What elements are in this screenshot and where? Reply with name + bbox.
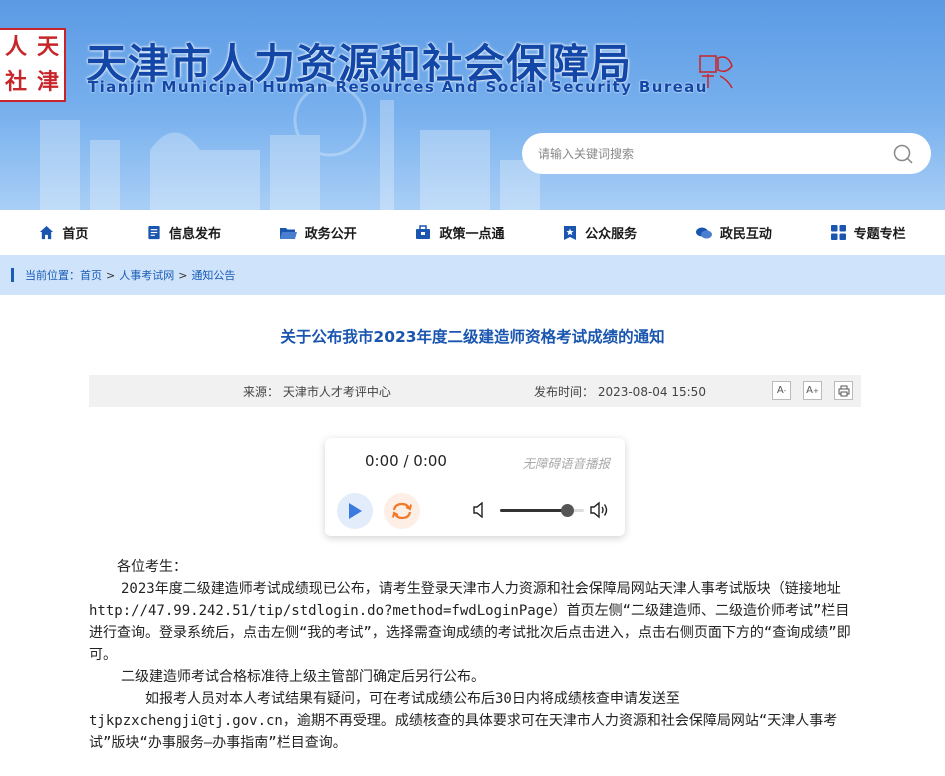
- briefcase-icon: [416, 225, 431, 239]
- breadcrumb-separator: >: [106, 268, 116, 282]
- star-badge-icon: [564, 225, 577, 240]
- refresh-icon: [392, 502, 412, 520]
- nav-item-label: 信息发布: [169, 227, 222, 242]
- breadcrumb-separator: >: [178, 268, 188, 282]
- paragraph: 2023年度二级建造师考试成绩现已公布，请考生登录天津市人力资源和社会保障局网站…: [89, 581, 851, 663]
- search-input[interactable]: [538, 146, 891, 161]
- logo-char: 社: [4, 69, 27, 95]
- nav-item-policy[interactable]: 政策一点通: [415, 223, 504, 242]
- font-decrease-button[interactable]: A-: [772, 381, 791, 400]
- play-button[interactable]: [337, 493, 373, 529]
- breadcrumb-label: 当前位置：: [25, 269, 80, 282]
- chat-icon: [695, 227, 712, 238]
- nav-item-label: 政策一点通: [439, 227, 505, 242]
- audio-time: 0:00 / 0:00: [365, 452, 447, 470]
- breadcrumb-notice-link[interactable]: 通知公告: [191, 267, 235, 283]
- nav-item-label: 政务公开: [304, 227, 357, 242]
- home-icon: [40, 225, 54, 240]
- article-source: 来源： 天津市人才考评中心: [243, 385, 391, 399]
- folder-icon: [279, 227, 297, 239]
- nav-item-gov-affairs[interactable]: 政务公开: [279, 223, 357, 242]
- nav-item-home[interactable]: 首页: [39, 223, 88, 242]
- article-publish-time: 发布时间： 2023-08-04 15:50: [534, 385, 706, 399]
- header-banner: 人 天 社 津 天津市人力资源和社会保障局 Tianjin Municipal …: [0, 0, 945, 210]
- logo-char: 津: [36, 69, 59, 95]
- nav-item-special[interactable]: 专题专栏: [830, 223, 906, 242]
- paragraph: 如报考人员对本人考试结果有疑问，可在考试成绩公布后30日内将成绩核查申请发送至t…: [89, 691, 838, 751]
- breadcrumb-marker: [11, 268, 14, 282]
- nav-item-label: 专题专栏: [853, 227, 906, 242]
- volume-max-button[interactable]: [590, 501, 610, 523]
- volume-knob[interactable]: [561, 504, 575, 517]
- audio-player: 0:00 / 0:00 无障碍语音播报: [325, 438, 625, 536]
- article-body: 各位考生： 2023年度二级建造师考试成绩现已公布，请考生登录天津市人力资源和社…: [89, 556, 859, 754]
- font-increase-button[interactable]: A +: [803, 381, 822, 400]
- accessibility-audio-label[interactable]: 无障碍语音播报: [522, 453, 610, 472]
- breadcrumb-home-link[interactable]: 首页: [80, 267, 102, 283]
- site-subtitle: Tianjin Municipal Human Resources And So…: [88, 78, 708, 96]
- speaker-low-icon: [473, 501, 483, 519]
- search-icon[interactable]: [891, 142, 915, 166]
- print-button[interactable]: [834, 381, 853, 400]
- volume-slider[interactable]: [500, 504, 584, 517]
- nav-item-label: 政民互动: [719, 227, 772, 242]
- nav-item-label: 公众服务: [585, 227, 638, 242]
- grid-icon: [830, 225, 846, 240]
- speaker-high-icon: [590, 501, 608, 519]
- breadcrumb-exam-link[interactable]: 人事考试网: [119, 267, 174, 283]
- paragraph: 二级建造师考试合格标准待上级主管部门确定后另行公布。: [121, 669, 485, 685]
- document-icon: [148, 225, 160, 240]
- article-title: 关于公布我市2023年度二级建造师资格考试成绩的通知: [280, 328, 665, 346]
- loop-button[interactable]: [384, 493, 420, 529]
- article-tools: A- A +: [772, 381, 853, 400]
- nav-item-interaction[interactable]: 政民互动: [695, 223, 772, 242]
- mute-button[interactable]: [473, 501, 487, 522]
- volume-fill: [500, 509, 568, 512]
- main-nav: 首页 信息发布 政务公开 政策一点通 公众服务 政民互动 专题专栏: [0, 210, 945, 255]
- play-icon: [349, 503, 362, 519]
- logo-char: 人: [4, 34, 27, 60]
- nav-item-news[interactable]: 信息发布: [147, 223, 221, 242]
- logo-char: 天: [36, 34, 59, 60]
- nav-item-public-service[interactable]: 公众服务: [563, 223, 637, 242]
- search-bar[interactable]: [522, 133, 931, 174]
- breadcrumb: 当前位置： 首页 > 人事考试网 > 通知公告: [0, 255, 945, 295]
- bureau-logo[interactable]: 人 天 社 津: [0, 28, 66, 102]
- nav-item-label: 首页: [62, 227, 89, 242]
- article-meta-bar: 来源： 天津市人才考评中心 发布时间： 2023-08-04 15:50 A- …: [89, 375, 861, 407]
- printer-icon: [838, 385, 849, 396]
- greeting: 各位考生：: [117, 559, 187, 575]
- tianjin-seal-icon: [699, 55, 733, 89]
